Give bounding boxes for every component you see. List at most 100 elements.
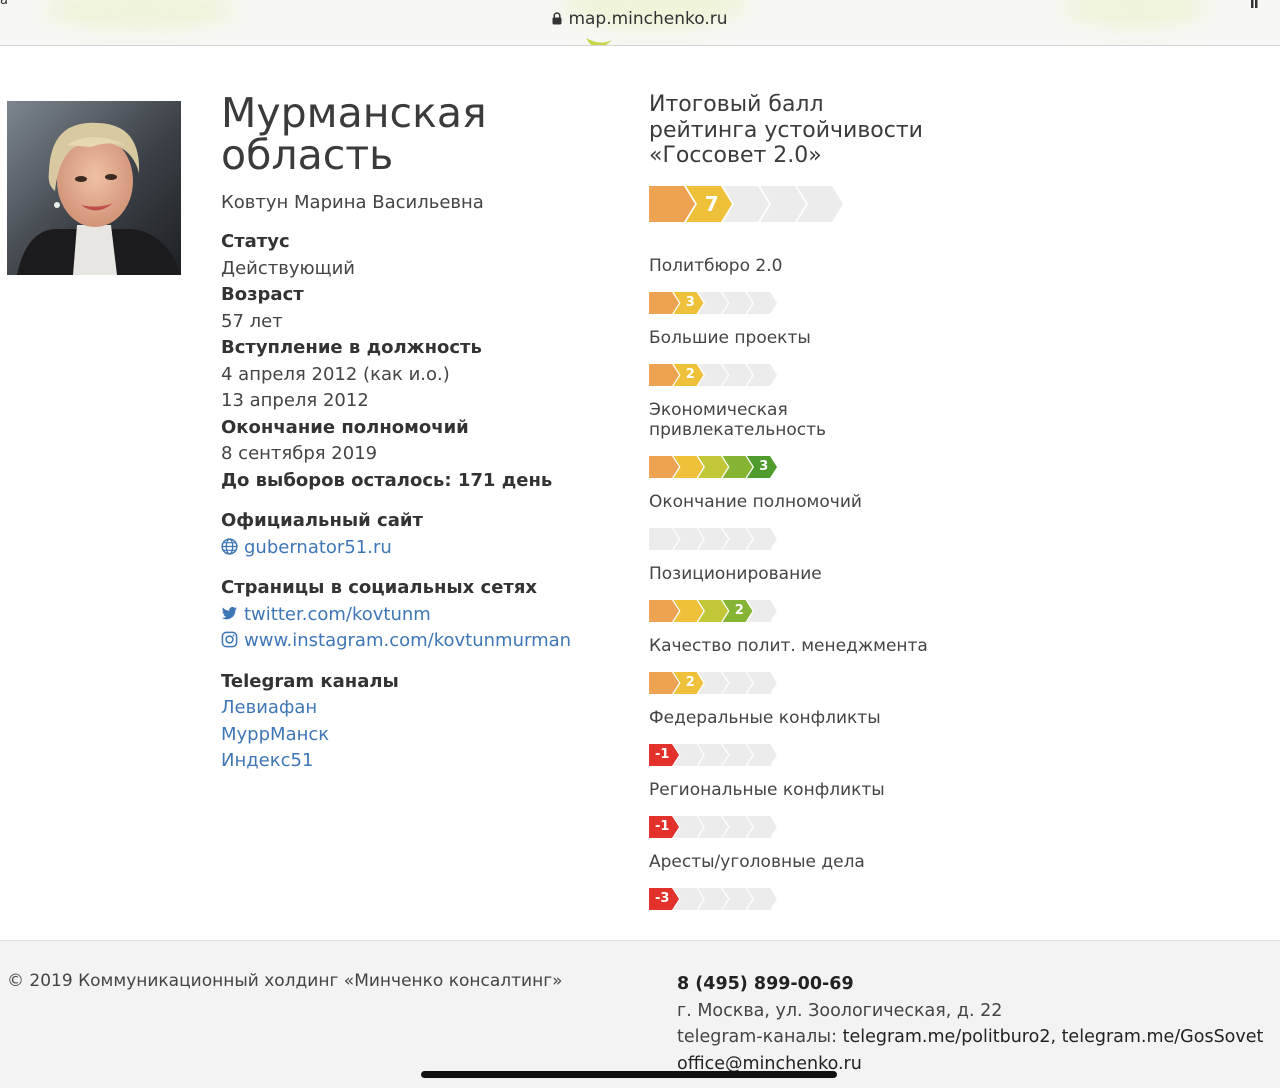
- category-scale: [649, 527, 789, 550]
- url-text: map.minchenko.ru: [568, 9, 728, 29]
- category-label: Экономическая привлекательность: [649, 399, 827, 440]
- score-value: -3: [655, 890, 670, 906]
- social-label: Страницы в социальных сетях: [221, 577, 538, 598]
- category-scale: -1: [649, 743, 789, 766]
- rating-category: Аресты/уголовные дела -3: [649, 852, 949, 910]
- rating-category: Экономическая привлекательность 3: [649, 400, 949, 478]
- rating-category: Позиционирование 2: [649, 564, 949, 622]
- scale-segment-filled: [649, 599, 679, 622]
- telegram-footer-links[interactable]: telegram.me/politburo2, telegram.me/GosS…: [843, 1027, 1264, 1047]
- category-label: Региональные конфликты: [649, 779, 885, 800]
- rating-title: Итоговый балл рейтинга устойчивости «Гос…: [649, 92, 923, 168]
- category-scale: 2: [649, 363, 789, 386]
- official-site-label: Официальный сайт: [221, 510, 423, 531]
- governor-details: Статус Действующий Возраст 57 лет Вступл…: [221, 229, 621, 494]
- term-end-label: Окончание полномочий: [221, 416, 469, 438]
- category-scale: 2: [649, 599, 789, 622]
- scale-segment-filled: [649, 455, 679, 478]
- leaf-decoration: [586, 38, 612, 45]
- scale-segment-filled: [649, 185, 695, 222]
- category-label: Политбюро 2.0: [649, 255, 783, 276]
- footer-contacts: 8 (495) 899-00-69 г. Москва, ул. Зоологи…: [677, 971, 1263, 1077]
- category-label: Окончание полномочий: [649, 491, 862, 512]
- status-bar-text: a: [0, 0, 8, 8]
- instagram-text: www.instagram.com/kovtunmurman: [244, 630, 572, 651]
- category-label: Федеральные конфликты: [649, 707, 881, 728]
- globe-icon: [221, 537, 238, 555]
- telegram-prefix: telegram-каналы:: [677, 1027, 838, 1047]
- total-score-scale: 7: [649, 185, 859, 222]
- status-label: Статус: [221, 231, 290, 252]
- chevron-scale: [649, 185, 843, 222]
- rating-category: Политбюро 2.0 3: [649, 256, 949, 314]
- governor-profile: Мурманская область Ковтун Марина Василье…: [221, 92, 621, 775]
- scale-segment-filled: [649, 291, 679, 314]
- election-countdown: До выборов осталось: 171 день: [221, 469, 553, 491]
- score-value: 3: [759, 458, 769, 474]
- telegram-label: Telegram каналы: [221, 670, 399, 692]
- scale-segment-filled: [649, 363, 679, 386]
- age-label: Возраст: [221, 284, 304, 305]
- start-date-acting: 4 апреля 2012 (как и.о.): [221, 363, 450, 385]
- phone-number[interactable]: 8 (495) 899-00-69: [677, 971, 1263, 998]
- telegram-channel-link[interactable]: Левиафан: [221, 695, 621, 722]
- telegram-channel-link[interactable]: Индекс51: [221, 748, 621, 775]
- address-field[interactable]: map.minchenko.ru: [0, 9, 1280, 29]
- term-end-value: 8 сентября 2019: [221, 443, 378, 464]
- telegram-line: telegram-каналы: telegram.me/politburo2,…: [677, 1024, 1263, 1051]
- region-title: Мурманская область: [221, 89, 487, 179]
- score-value: 3: [685, 294, 695, 310]
- score-value: -1: [655, 746, 670, 762]
- twitter-link[interactable]: twitter.com/kovtunm: [221, 602, 621, 629]
- score-value: -1: [655, 818, 670, 834]
- official-site-link[interactable]: gubernator51.ru: [221, 535, 621, 562]
- rating-category: Качество полит. менеджмента 2: [649, 636, 949, 694]
- rating-category: Большие проекты 2: [649, 328, 949, 386]
- category-scale: 3: [649, 291, 789, 314]
- chevron-scale: [649, 363, 777, 386]
- browser-url-bar: a map.minchenko.ru: [0, 0, 1280, 46]
- portrait-image: [7, 101, 181, 275]
- stability-rating: Итоговый балл рейтинга устойчивости «Гос…: [649, 92, 949, 910]
- status-value: Действующий: [221, 257, 355, 279]
- category-scale: -3: [649, 887, 789, 910]
- scale-segment-empty: [649, 527, 679, 550]
- copyright: © 2019 Коммуникационный холдинг «Минченк…: [7, 971, 563, 991]
- age-value: 57 лет: [221, 310, 283, 332]
- chevron-scale: [649, 527, 777, 550]
- category-label: Позиционирование: [649, 563, 822, 584]
- home-indicator: [421, 1071, 837, 1078]
- telegram-channel-link[interactable]: МуррМанск: [221, 722, 621, 749]
- chevron-scale: [649, 671, 777, 694]
- category-label: Качество полит. менеджмента: [649, 635, 928, 656]
- category-scale: 2: [649, 671, 789, 694]
- instagram-link[interactable]: www.instagram.com/kovtunmurman: [221, 628, 621, 655]
- rating-category: Региональные конфликты -1: [649, 780, 949, 838]
- lock-icon: [552, 12, 562, 25]
- official-site-text: gubernator51.ru: [244, 536, 392, 558]
- chevron-scale: [649, 599, 777, 622]
- category-label: Аресты/уголовные дела: [649, 851, 865, 872]
- rating-category: Федеральные конфликты -1: [649, 708, 949, 766]
- governor-name: Ковтун Марина Васильевна: [221, 192, 484, 213]
- twitter-icon: [221, 606, 238, 619]
- start-date-label: Вступление в должность: [221, 337, 482, 358]
- category-scale: 3: [649, 455, 789, 478]
- rating-category: Окончание полномочий: [649, 492, 949, 550]
- signal-icon: [1251, 0, 1258, 8]
- category-label: Большие проекты: [649, 327, 811, 348]
- footer: © 2019 Коммуникационный холдинг «Минченк…: [0, 940, 1280, 1088]
- score-value: 2: [685, 674, 695, 690]
- score-value: 7: [704, 191, 719, 216]
- scale-segment-filled: [649, 671, 679, 694]
- start-date-official: 13 апреля 2012: [221, 390, 369, 411]
- instagram-icon: [221, 631, 238, 648]
- address: г. Москва, ул. Зоологическая, д. 22: [677, 1000, 1003, 1021]
- score-value: 2: [685, 366, 695, 382]
- twitter-text: twitter.com/kovtunm: [244, 603, 431, 625]
- chevron-scale: [649, 291, 777, 314]
- rating-categories: Политбюро 2.0 3 Большие проекты 2 Экономичес…: [649, 256, 949, 910]
- score-value: 2: [734, 602, 744, 618]
- governor-photo: [7, 101, 181, 275]
- category-scale: -1: [649, 815, 789, 838]
